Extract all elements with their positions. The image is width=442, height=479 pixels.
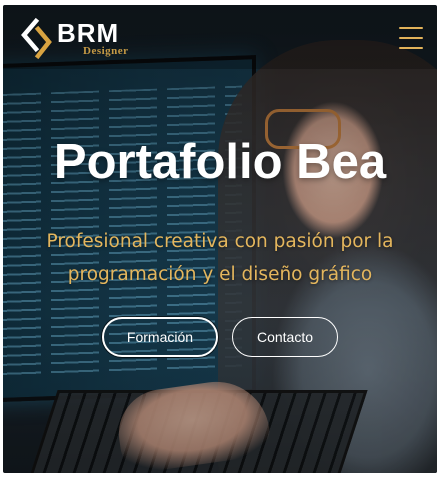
menu-line <box>399 37 423 39</box>
menu-line <box>399 47 423 49</box>
navbar: BRM Designer <box>3 5 437 69</box>
hero-section: BRM Designer Portafolio Bea Profesional … <box>3 5 437 473</box>
menu-line <box>399 27 423 29</box>
hamburger-menu-icon[interactable] <box>399 27 423 49</box>
hero-title: Portafolio Bea <box>53 135 387 189</box>
contacto-button[interactable]: Contacto <box>232 317 338 357</box>
logo-subtitle: Designer <box>83 45 129 57</box>
formacion-button[interactable]: Formación <box>102 317 218 357</box>
logo-mark-icon <box>21 17 52 60</box>
logo-text: BRM <box>57 18 120 48</box>
brand-logo[interactable]: BRM Designer <box>19 16 129 60</box>
hero-subtitle: Profesional creativa con pasión por la p… <box>46 231 394 285</box>
